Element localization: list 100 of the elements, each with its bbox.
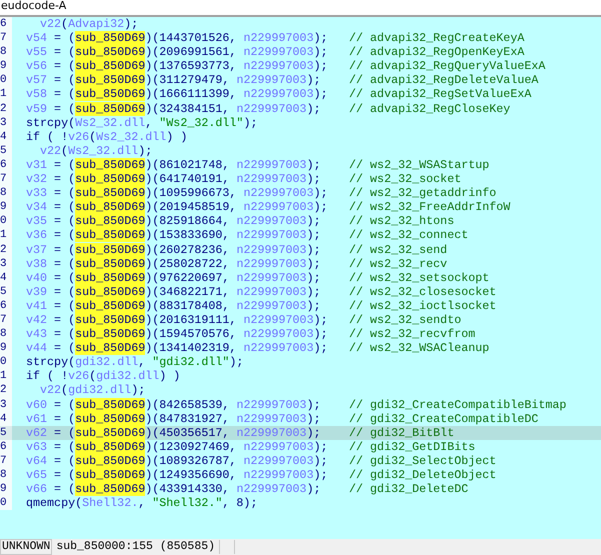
code-line: v34 = (sub_850D69)(2019458519, n229997003); [26, 200, 328, 214]
line-number: 6 [0, 440, 12, 454]
code-line: v61 = (sub_850D69)(847831927, n229997003); [26, 412, 321, 426]
code-line: v37 = (sub_850D69)(260278236, n229997003); [26, 242, 321, 256]
code-comment: // advapi32_RegOpenKeyExA [349, 45, 524, 60]
code-comment: // gdi32_CreateCompatibleDC [349, 412, 538, 426]
code-line: v38 = (sub_850D69)(258028722, n229997003); [26, 256, 321, 271]
code-line: v33 = (sub_850D69)(1095996673, n229997003); [26, 186, 328, 200]
line-number: 8 [0, 186, 12, 200]
code-comment: // advapi32_RegQueryValueExA [349, 59, 546, 74]
line-number: 3 [0, 256, 12, 271]
code-comment: // ws2_32_getaddrinfo [349, 186, 496, 200]
line-number: 2 [0, 102, 12, 116]
status-mode: UNKNOWN [0, 539, 52, 555]
code-line: if ( !v26(gdi32.dll) ) [26, 369, 180, 384]
line-number: 7 [0, 312, 12, 328]
line-number: 0 [0, 214, 12, 228]
code-comment: // ws2_32_setsockopt [349, 270, 490, 285]
line-number: 2 [0, 242, 12, 257]
code-comment: // ws2_32_recvfrom [349, 327, 476, 342]
line-number: 8 [0, 45, 12, 60]
code-line: v65 = (sub_850D69)(1249356690, n229997003); [26, 468, 328, 482]
line-number: 0 [0, 355, 12, 370]
code-line: v35 = (sub_850D69)(825918664, n229997003); [26, 214, 321, 228]
code-comment: // gdi32_DeleteObject [349, 468, 496, 482]
code-line: v54 = (sub_850D69)(1443701526, n229997003); [26, 31, 328, 46]
code-line: v57 = (sub_850D69)(311279479, n229997003); [26, 73, 321, 88]
line-number: 7 [0, 172, 12, 186]
line-number: 6 [0, 298, 12, 313]
line-number: 8 [0, 327, 12, 342]
line-number: 9 [0, 482, 12, 496]
line-number: 4 [0, 130, 12, 144]
code-comment: // advapi32_RegDeleteValueA [349, 73, 538, 88]
code-line: v66 = (sub_850D69)(433914330, n229997003); [26, 482, 321, 496]
code-comment: // ws2_32_sendto [349, 312, 462, 328]
code-comment: // ws2_32_recv [349, 256, 448, 271]
code-line: qmemcpy(Shell32., "Shell32.", 8); [26, 496, 258, 510]
line-number: 6 [0, 17, 12, 32]
code-comment: // ws2_32_FreeAddrInfoW [349, 200, 510, 214]
line-number: 6 [0, 158, 12, 172]
code-line: v56 = (sub_850D69)(1376593773, n229997003); [26, 59, 328, 74]
line-number: 9 [0, 341, 12, 356]
line-number: 2 [0, 383, 12, 398]
line-number: 9 [0, 59, 12, 74]
code-line: v40 = (sub_850D69)(976220697, n229997003); [26, 270, 321, 285]
code-line: v62 = (sub_850D69)(450356517, n229997003); [26, 426, 321, 440]
code-line: v42 = (sub_850D69)(2016319111, n229997003); [26, 312, 328, 327]
code-comment: // ws2_32_socket [349, 172, 462, 186]
line-number: 5 [0, 144, 12, 158]
code-line: v64 = (sub_850D69)(1089326787, n229997003); [26, 454, 328, 468]
line-number: 0 [0, 496, 12, 510]
code-line: v63 = (sub_850D69)(1230927469, n229997003); [26, 440, 328, 454]
line-number: 1 [0, 87, 12, 102]
code-line: v59 = (sub_850D69)(324384151, n229997003); [26, 102, 321, 116]
code-comment: // gdi32_DeleteDC [349, 482, 468, 496]
code-line: v58 = (sub_850D69)(1666111399, n229997003); [26, 87, 328, 102]
code-comment: // ws2_32_htons [349, 214, 454, 228]
line-number: 5 [0, 426, 12, 440]
code-comment: // gdi32_BitBlt [349, 426, 454, 440]
line-number: 5 [0, 284, 12, 299]
code-comment: // ws2_32_closesocket [349, 284, 496, 299]
code-comment: // ws2_32_WSACleanup [349, 341, 490, 356]
line-number: 4 [0, 412, 12, 426]
line-number: 8 [0, 468, 12, 482]
code-comment: // gdi32_GetDIBits [349, 440, 476, 454]
line-number: 4 [0, 270, 12, 285]
tab-title[interactable]: eudocode-A [0, 0, 66, 12]
code-comment: // ws2_32_connect [349, 228, 468, 242]
code-comment: // ws2_32_send [349, 242, 448, 257]
code-comment: // ws2_32_WSAStartup [349, 158, 490, 172]
code-line: if ( !v26(Ws2_32.dll) ) [26, 130, 188, 144]
code-line: v41 = (sub_850D69)(883178408, n229997003); [26, 298, 321, 313]
code-line: v22(Advapi32); [40, 17, 138, 31]
code-comment: // gdi32_SelectObject [349, 454, 496, 468]
code-line: v55 = (sub_850D69)(2096991561, n229997003); [26, 45, 328, 60]
code-comment: // gdi32_CreateCompatibleBitmap [349, 398, 566, 412]
code-line: strcpy(gdi32.dll, "gdi32.dll"); [26, 355, 244, 370]
code-line: v39 = (sub_850D69)(346822171, n229997003); [26, 284, 321, 299]
line-number: 1 [0, 228, 12, 242]
code-line: v22(gdi32.dll); [40, 383, 146, 398]
line-number: 7 [0, 31, 12, 46]
code-line: v43 = (sub_850D69)(1594570576, n229997003); [26, 327, 328, 342]
code-comment: // advapi32_RegCreateKeyA [349, 31, 524, 46]
code-comment: // advapi32_RegCloseKey [349, 102, 510, 116]
code-line: v44 = (sub_850D69)(1341402319, n229997003); [26, 341, 328, 356]
code-comment: // advapi32_RegSetValueExA [349, 87, 532, 102]
code-line: v60 = (sub_850D69)(842658539, n229997003); [26, 398, 321, 412]
code-line: v31 = (sub_850D69)(861021748, n229997003); [26, 158, 321, 172]
line-number: 9 [0, 200, 12, 214]
code-line: v36 = (sub_850D69)(153833690, n229997003); [26, 228, 321, 242]
line-number: 0 [0, 73, 12, 88]
line-number: 3 [0, 116, 12, 130]
code-comment: // ws2_32_ioctlsocket [349, 298, 496, 313]
line-number: 1 [0, 369, 12, 384]
code-line: v32 = (sub_850D69)(641740191, n229997003); [26, 172, 321, 186]
code-line: v22(Ws2_32.dll); [40, 144, 152, 158]
line-number: 3 [0, 398, 12, 412]
status-location: sub_850000:155 (850585) [52, 540, 220, 554]
line-number: 7 [0, 454, 12, 468]
code-line: strcpy(Ws2_32.dll, "Ws2_32.dll"); [26, 116, 258, 130]
